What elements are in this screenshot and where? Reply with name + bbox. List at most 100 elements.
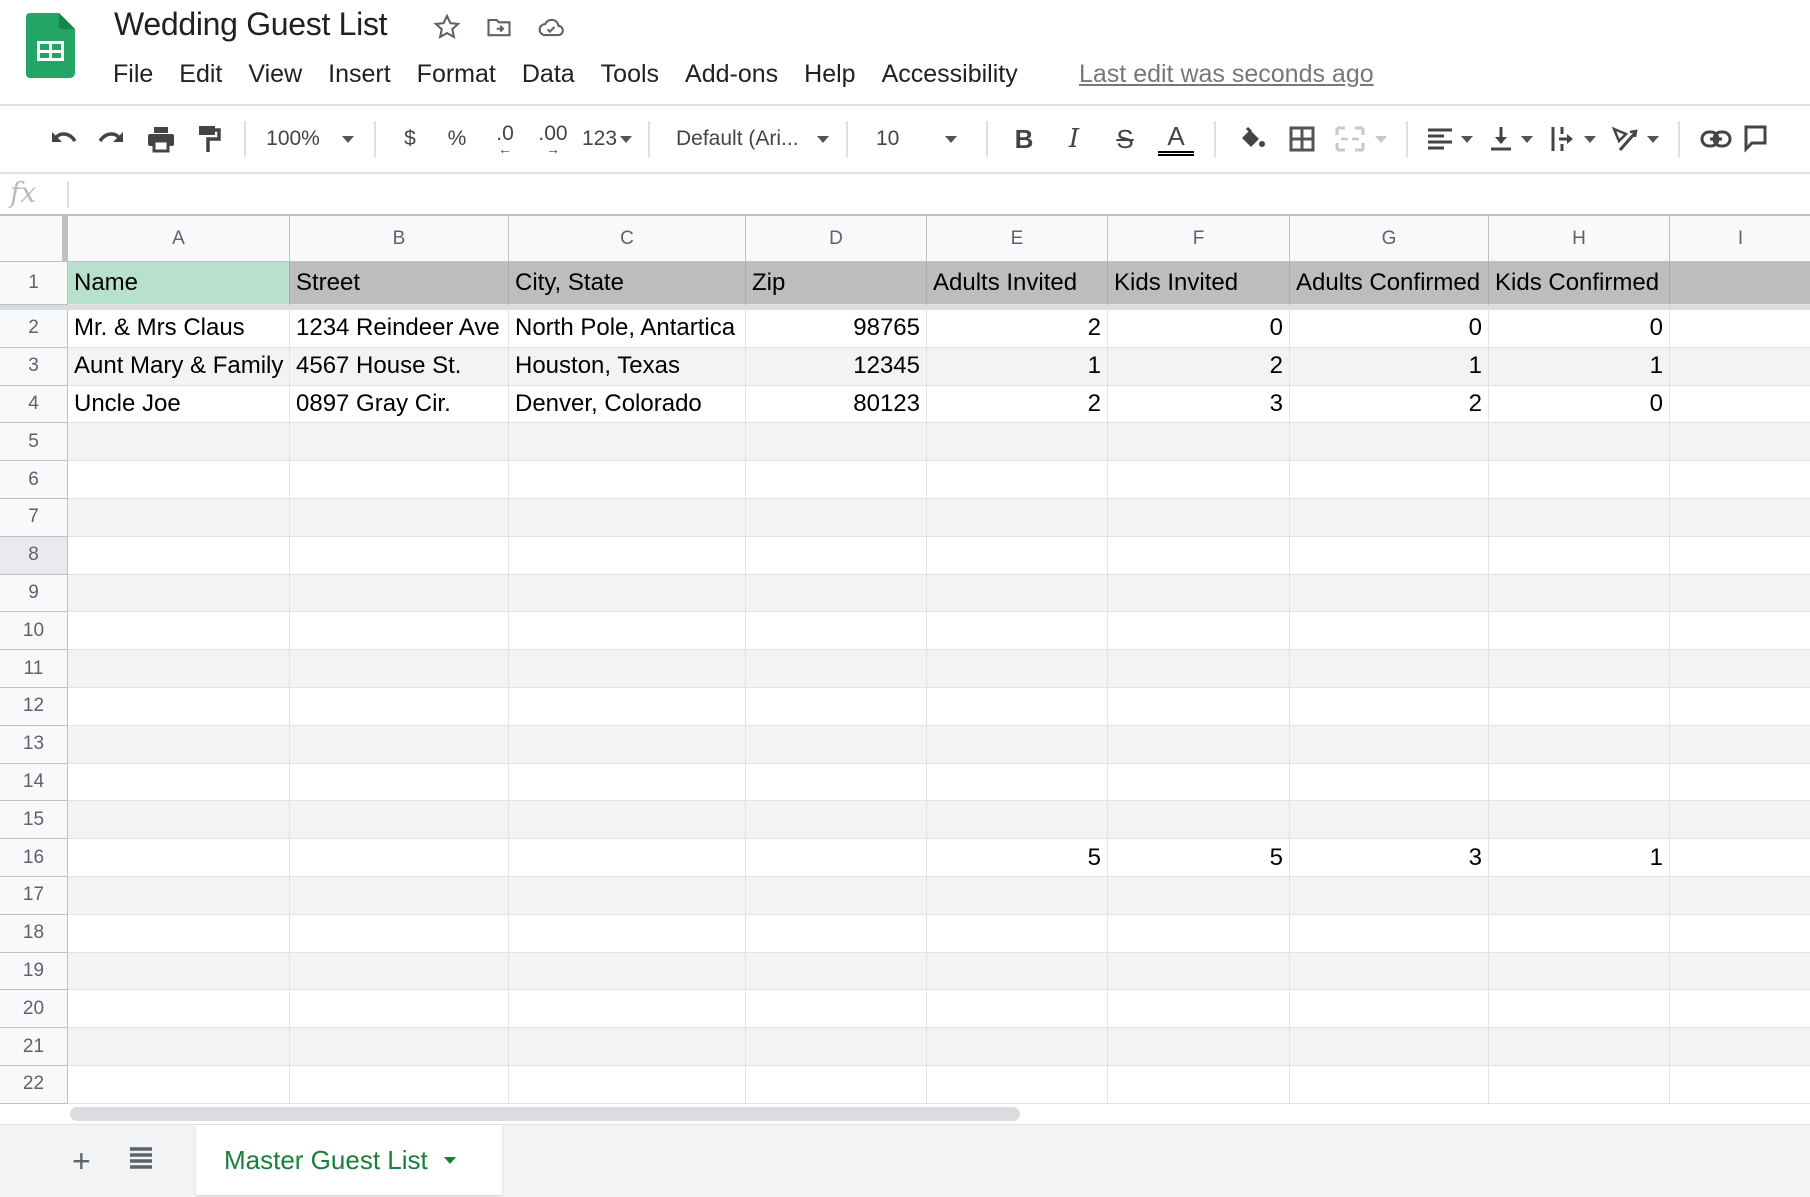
all-sheets-icon[interactable] (128, 1145, 154, 1171)
undo-button[interactable] (42, 119, 86, 159)
cell-c22[interactable] (509, 1066, 746, 1104)
cell-c16[interactable] (509, 839, 746, 877)
cell-b6[interactable] (290, 461, 509, 499)
cell-g2[interactable]: 0 (1290, 310, 1489, 348)
cell-c15[interactable] (509, 801, 746, 840)
cell-g4[interactable]: 2 (1290, 385, 1489, 424)
sheet-tab-master-guest-list[interactable]: Master Guest List (196, 1125, 502, 1195)
cell-g12[interactable] (1290, 688, 1489, 726)
cell-b18[interactable] (290, 914, 509, 953)
cell-a21[interactable] (68, 1028, 290, 1066)
cell-i5[interactable] (1670, 423, 1810, 462)
cell-g5[interactable] (1290, 423, 1489, 462)
cell-h4[interactable]: 0 (1489, 385, 1670, 424)
cell-e3[interactable]: 1 (927, 347, 1108, 386)
menu-insert[interactable]: Insert (315, 56, 404, 93)
cell-i11[interactable] (1670, 650, 1810, 688)
move-to-folder-icon[interactable] (484, 12, 514, 42)
cell-i3[interactable] (1670, 347, 1810, 386)
text-wrapping-button[interactable] (1542, 119, 1604, 159)
cell-b5[interactable] (290, 423, 509, 462)
cell-i15[interactable] (1670, 801, 1810, 840)
header-cell[interactable]: Street (290, 262, 509, 305)
cell-e22[interactable] (927, 1066, 1108, 1104)
cell-e10[interactable] (927, 612, 1108, 651)
cell-c4[interactable]: Denver, Colorado (509, 385, 746, 424)
cell-d8[interactable] (746, 536, 927, 575)
cell-f2[interactable]: 0 (1108, 310, 1290, 348)
cell-h15[interactable] (1489, 801, 1670, 840)
cell-c2[interactable]: North Pole, Antartica (509, 310, 746, 348)
cell-a10[interactable] (68, 612, 290, 651)
cell-b12[interactable] (290, 688, 509, 726)
header-cell[interactable]: Adults Invited (927, 262, 1108, 305)
cell-c3[interactable]: Houston, Texas (509, 347, 746, 386)
cell-f9[interactable] (1108, 574, 1290, 613)
cell-a5[interactable] (68, 423, 290, 462)
row-header-13[interactable]: 13 (0, 725, 68, 764)
menu-accessibility[interactable]: Accessibility (869, 56, 1031, 93)
cell-g16[interactable]: 3 (1290, 839, 1489, 877)
cell-g13[interactable] (1290, 725, 1489, 764)
cell-c12[interactable] (509, 688, 746, 726)
cell-h12[interactable] (1489, 688, 1670, 726)
cell-g9[interactable] (1290, 574, 1489, 613)
cell-d6[interactable] (746, 461, 927, 499)
row-header-17[interactable]: 17 (0, 877, 68, 915)
cell-e14[interactable] (927, 763, 1108, 802)
header-cell[interactable] (1670, 262, 1810, 305)
cell-b19[interactable] (290, 952, 509, 991)
cell-f8[interactable] (1108, 536, 1290, 575)
cell-d4[interactable]: 80123 (746, 385, 927, 424)
cell-a18[interactable] (68, 914, 290, 953)
cell-b14[interactable] (290, 763, 509, 802)
column-header-b[interactable]: B (290, 216, 509, 262)
add-sheet-icon[interactable]: + (72, 1143, 91, 1180)
merge-cells-button[interactable] (1328, 119, 1394, 159)
cell-c6[interactable] (509, 461, 746, 499)
cell-f19[interactable] (1108, 952, 1290, 991)
cell-g22[interactable] (1290, 1066, 1489, 1104)
cell-a3[interactable]: Aunt Mary & Family (68, 347, 290, 386)
cell-b4[interactable]: 0897 Gray Cir. (290, 385, 509, 424)
cell-b11[interactable] (290, 650, 509, 688)
cell-f17[interactable] (1108, 877, 1290, 915)
cell-e13[interactable] (927, 725, 1108, 764)
cell-f13[interactable] (1108, 725, 1290, 764)
cell-f16[interactable]: 5 (1108, 839, 1290, 877)
cell-d21[interactable] (746, 1028, 927, 1066)
decrease-decimal-button[interactable]: .0 ← (482, 119, 528, 159)
chevron-down-icon[interactable] (443, 1156, 456, 1164)
cell-d18[interactable] (746, 914, 927, 953)
cell-i19[interactable] (1670, 952, 1810, 991)
row-header-5[interactable]: 5 (0, 423, 68, 462)
row-header-16[interactable]: 16 (0, 839, 68, 877)
column-header-h[interactable]: H (1489, 216, 1670, 262)
text-color-button[interactable]: A (1150, 119, 1202, 159)
cell-c17[interactable] (509, 877, 746, 915)
cell-d14[interactable] (746, 763, 927, 802)
cell-a4[interactable]: Uncle Joe (68, 385, 290, 424)
cell-h2[interactable]: 0 (1489, 310, 1670, 348)
row-header-2[interactable]: 2 (0, 310, 68, 348)
cell-e5[interactable] (927, 423, 1108, 462)
paint-format-button[interactable] (186, 119, 232, 159)
cell-h13[interactable] (1489, 725, 1670, 764)
borders-button[interactable] (1276, 119, 1328, 159)
cell-g17[interactable] (1290, 877, 1489, 915)
fill-color-button[interactable] (1228, 119, 1276, 159)
formula-input[interactable] (76, 178, 1796, 210)
row-header-15[interactable]: 15 (0, 801, 68, 840)
cell-h16[interactable]: 1 (1489, 839, 1670, 877)
row-header-7[interactable]: 7 (0, 499, 68, 537)
header-cell[interactable]: City, State (509, 262, 746, 305)
cell-h22[interactable] (1489, 1066, 1670, 1104)
cell-f4[interactable]: 3 (1108, 385, 1290, 424)
cell-i4[interactable] (1670, 385, 1810, 424)
cell-d22[interactable] (746, 1066, 927, 1104)
cell-f22[interactable] (1108, 1066, 1290, 1104)
cell-e12[interactable] (927, 688, 1108, 726)
cell-b20[interactable] (290, 990, 509, 1029)
cell-c8[interactable] (509, 536, 746, 575)
column-header-a[interactable]: A (68, 216, 290, 262)
